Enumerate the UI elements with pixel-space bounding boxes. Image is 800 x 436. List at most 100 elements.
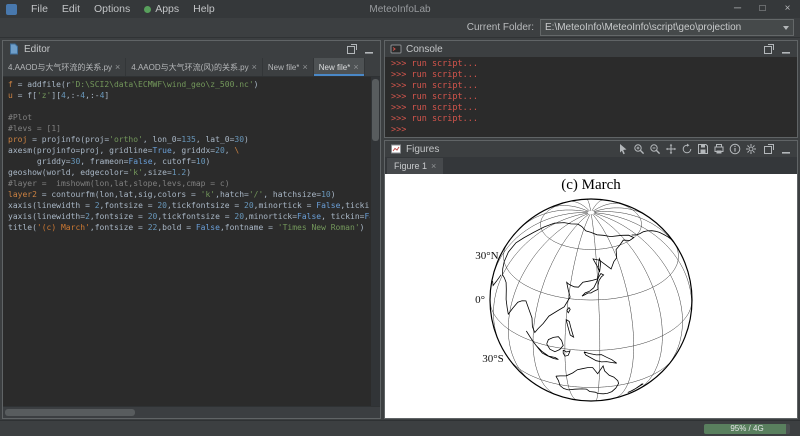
float-panel-icon[interactable] bbox=[345, 43, 358, 56]
editor-panel-header: Editor bbox=[3, 41, 380, 57]
current-folder-field bbox=[540, 19, 794, 36]
close-button[interactable]: × bbox=[775, 0, 800, 18]
editor-tab[interactable]: New file*× bbox=[263, 58, 314, 76]
menu-edit[interactable]: Edit bbox=[55, 0, 87, 18]
tab-close-icon[interactable]: × bbox=[302, 62, 307, 72]
titlebar: FileEditOptionsAppsHelp MeteoInfoLab ─ □… bbox=[0, 0, 800, 18]
console-panel-title: Console bbox=[406, 44, 443, 55]
cursor-icon[interactable] bbox=[616, 142, 630, 156]
settings-icon[interactable] bbox=[744, 142, 758, 156]
editor-panel-title: Editor bbox=[24, 44, 50, 55]
figure-tabbar: Figure 1 × bbox=[385, 157, 797, 174]
apps-icon bbox=[144, 6, 151, 13]
editor-tabbar: 4.AAOD与大气环流的关系.py×4.AAOD与大气环流(风)的关系.py×N… bbox=[3, 57, 380, 77]
code-line: layer2 = contourfm(lon,lat,sig,colors = … bbox=[8, 189, 370, 200]
console-output[interactable]: >>> run script...>>> run script...>>> ru… bbox=[385, 57, 797, 137]
code-area[interactable]: f = addfile(r'D:\SCI2\data\ECMWF\wind_ge… bbox=[3, 77, 380, 406]
editor-tab[interactable]: 4.AAOD与大气环流的关系.py× bbox=[3, 58, 126, 76]
tab-label: New file* bbox=[319, 63, 351, 72]
console-line: >>> run script... bbox=[391, 70, 791, 81]
float-panel-icon[interactable] bbox=[762, 143, 775, 156]
figure-title: (c) March bbox=[385, 177, 797, 194]
console-icon bbox=[390, 43, 402, 55]
code-lines: f = addfile(r'D:\SCI2\data\ECMWF\wind_ge… bbox=[8, 79, 370, 406]
console-panel: Console >>> run script...>>> run script.… bbox=[384, 40, 798, 138]
code-line: xaxis(linewidth = 2,fontsize = 20,tickfo… bbox=[8, 200, 370, 211]
code-line: geoshow(world, edgecolor='k',size=1.2) bbox=[8, 167, 370, 178]
code-line: u = f['z'][4,:-4,:-4] bbox=[8, 90, 370, 101]
window-controls: ─ □ × bbox=[725, 0, 800, 18]
editor-tab[interactable]: New file*× bbox=[314, 58, 365, 76]
menu-help[interactable]: Help bbox=[186, 0, 222, 18]
menu-apps[interactable]: Apps bbox=[137, 0, 186, 18]
current-folder-input[interactable] bbox=[541, 20, 793, 35]
code-line: #Plot bbox=[8, 112, 370, 123]
pan-icon[interactable] bbox=[664, 142, 678, 156]
code-line: f = addfile(r'D:\SCI2\data\ECMWF\wind_ge… bbox=[8, 79, 370, 90]
globe-map bbox=[385, 174, 797, 418]
tab-close-icon[interactable]: × bbox=[431, 161, 436, 171]
minimize-button[interactable]: ─ bbox=[725, 0, 750, 18]
axis-tick-label: 30°S bbox=[482, 353, 504, 365]
figure-tab-label: Figure 1 bbox=[394, 161, 427, 171]
console-line: >>> run script... bbox=[391, 81, 791, 92]
editor-hscrollbar[interactable] bbox=[3, 406, 380, 418]
tab-close-icon[interactable]: × bbox=[115, 62, 120, 72]
menu-options[interactable]: Options bbox=[87, 0, 137, 18]
maximize-button[interactable]: □ bbox=[750, 0, 775, 18]
tab-label: 4.AAOD与大气环流的关系.py bbox=[8, 62, 112, 73]
memory-indicator: 95% / 4G bbox=[704, 424, 790, 434]
code-line bbox=[8, 101, 370, 112]
figures-panel-header: Figures bbox=[385, 141, 797, 157]
figures-panel-title: Figures bbox=[406, 144, 439, 155]
menu-file[interactable]: File bbox=[24, 0, 55, 18]
minimize-panel-icon[interactable] bbox=[362, 43, 375, 56]
axis-tick-label: 0° bbox=[475, 294, 485, 306]
window-title: MeteoInfoLab bbox=[369, 4, 430, 15]
pathbar: Current Folder: bbox=[0, 18, 800, 38]
info-icon[interactable] bbox=[728, 142, 742, 156]
minimize-panel-icon[interactable] bbox=[779, 43, 792, 56]
tab-label: New file* bbox=[268, 63, 300, 72]
print-icon[interactable] bbox=[712, 142, 726, 156]
statusbar: 95% / 4G bbox=[0, 420, 800, 436]
save-icon[interactable] bbox=[696, 142, 710, 156]
figures-icon bbox=[390, 143, 402, 155]
tab-close-icon[interactable]: × bbox=[252, 62, 257, 72]
console-line: >>> bbox=[391, 125, 791, 136]
code-line: yaxis(linewidth=2,fontsize = 20,tickfont… bbox=[8, 211, 370, 222]
menu-bar: FileEditOptionsAppsHelp bbox=[24, 0, 222, 18]
figures-panel: Figures Figure 1 × (c) March 30°N0°30°S bbox=[384, 140, 798, 419]
code-line: griddy=30, frameon=False, cutoff=10) bbox=[8, 156, 370, 167]
editor-panel: Editor 4.AAOD与大气环流的关系.py×4.AAOD与大气环流(风)的… bbox=[2, 40, 381, 419]
code-line: title('(c) March',fontsize = 22,bold = F… bbox=[8, 222, 370, 233]
app-logo-icon bbox=[6, 4, 17, 15]
memory-text: 95% / 4G bbox=[704, 424, 790, 434]
figures-toolbar bbox=[616, 142, 758, 156]
console-line: >>> run script... bbox=[391, 59, 791, 70]
float-panel-icon[interactable] bbox=[762, 43, 775, 56]
console-panel-header: Console bbox=[385, 41, 797, 57]
tab-close-icon[interactable]: × bbox=[353, 62, 358, 72]
console-line: >>> run script... bbox=[391, 114, 791, 125]
tab-label: 4.AAOD与大气环流(风)的关系.py bbox=[131, 62, 248, 73]
minimize-panel-icon[interactable] bbox=[779, 143, 792, 156]
figure-tab[interactable]: Figure 1 × bbox=[387, 158, 443, 174]
code-line: axesm(projinfo=proj, gridline=True, grid… bbox=[8, 145, 370, 156]
console-line: >>> run script... bbox=[391, 92, 791, 103]
console-line: >>> run script... bbox=[391, 103, 791, 114]
refresh-icon[interactable] bbox=[680, 142, 694, 156]
editor-vscrollbar[interactable] bbox=[371, 77, 380, 406]
editor-icon bbox=[8, 43, 20, 55]
vscroll-thumb[interactable] bbox=[372, 79, 379, 141]
current-folder-label: Current Folder: bbox=[467, 22, 534, 33]
figure-content[interactable]: (c) March 30°N0°30°S bbox=[385, 174, 797, 418]
editor-tab[interactable]: 4.AAOD与大气环流(风)的关系.py × bbox=[126, 58, 263, 76]
zoom-out-icon[interactable] bbox=[648, 142, 662, 156]
code-line: proj = projinfo(proj='ortho', lon_0=135,… bbox=[8, 134, 370, 145]
hscroll-thumb[interactable] bbox=[5, 409, 135, 416]
code-line: #layer = imshowm(lon,lat,slope,levs,cmap… bbox=[8, 178, 370, 189]
code-line: #levs = [1] bbox=[8, 123, 370, 134]
zoom-in-icon[interactable] bbox=[632, 142, 646, 156]
folder-dropdown-icon[interactable] bbox=[783, 26, 789, 30]
